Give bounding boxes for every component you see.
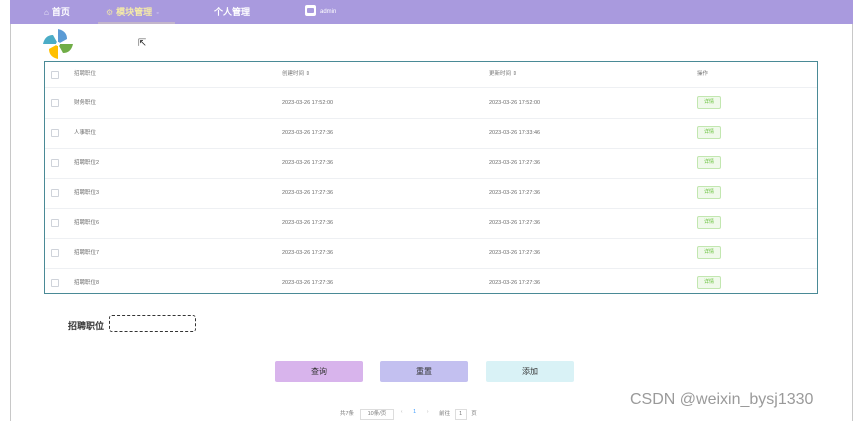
row-updated: 2023-03-26 17:27:36 xyxy=(489,160,541,166)
chevron-icon: ◦ xyxy=(156,10,159,17)
table-row: 招聘职位7 2023-03-26 17:27:36 2023-03-26 17:… xyxy=(45,238,817,269)
active-underline xyxy=(98,22,175,24)
row-checkbox[interactable] xyxy=(51,189,59,197)
goto-page-input[interactable]: 1 xyxy=(454,409,467,420)
row-checkbox[interactable] xyxy=(51,99,59,107)
table-header-row: 招聘职位 创建时间 ⇕ 更新时间 ⇕ 操作 xyxy=(45,62,817,88)
row-name: 招聘职位3 xyxy=(74,190,100,196)
pagination-total: 共7条 xyxy=(340,411,355,417)
header-updated-sortable[interactable]: 更新时间 ⇕ xyxy=(489,62,517,87)
page-number-current[interactable]: 1 xyxy=(413,409,416,415)
row-created: 2023-03-26 17:27:36 xyxy=(282,250,334,256)
search-input[interactable] xyxy=(109,315,196,332)
watermark-text: CSDN @weixin_bysj1330 xyxy=(630,391,814,408)
row-checkbox[interactable] xyxy=(51,219,59,227)
nav-home-label: 首页 xyxy=(51,7,70,17)
row-updated: 2023-03-26 17:52:00 xyxy=(489,100,541,106)
nav-personal-label: 个人管理 xyxy=(214,7,251,17)
user-name: admin xyxy=(320,9,337,15)
row-name: 招聘职位6 xyxy=(74,220,100,226)
row-operation-cell: 详情 xyxy=(697,208,722,238)
header-created-sortable[interactable]: 创建时间 ⇕ xyxy=(282,62,310,87)
row-operation-cell: 详情 xyxy=(697,148,722,178)
page-size-select[interactable]: 10条/页 xyxy=(359,409,395,420)
next-page-button[interactable]: › xyxy=(427,409,429,415)
add-button[interactable]: 添加 xyxy=(486,361,574,382)
row-operation-cell: 详情 xyxy=(697,118,722,148)
row-checkbox[interactable] xyxy=(51,159,59,167)
row-name: 招聘职位2 xyxy=(74,160,100,166)
row-created: 2023-03-26 17:27:36 xyxy=(282,190,334,196)
detail-button[interactable]: 详情 xyxy=(697,126,722,140)
row-name: 招聘职位7 xyxy=(74,250,100,256)
row-name: 财务职位 xyxy=(74,100,97,106)
avatar-icon xyxy=(305,4,316,16)
job-position-table: 招聘职位 创建时间 ⇕ 更新时间 ⇕ 操作 财务职位 2023-03-26 17… xyxy=(44,61,818,294)
row-created: 2023-03-26 17:52:00 xyxy=(282,100,334,106)
nav-module-label: 模块管理 xyxy=(116,7,153,17)
row-operation-cell: 详情 xyxy=(697,178,722,208)
pagination: 共7条 10条/页 ‹ 1 › 前往 1 页 xyxy=(340,409,477,421)
row-name: 招聘职位8 xyxy=(74,280,100,286)
table-row: 招聘职位8 2023-03-26 17:27:36 2023-03-26 17:… xyxy=(45,268,817,298)
row-created: 2023-03-26 17:27:36 xyxy=(282,280,334,286)
user-menu[interactable]: admin xyxy=(305,0,336,24)
table-row: 财务职位 2023-03-26 17:52:00 2023-03-26 17:5… xyxy=(45,88,817,119)
table-row: 人事职位 2023-03-26 17:27:36 2023-03-26 17:3… xyxy=(45,118,817,149)
nav-module-management[interactable]: ⚙ 模块管理 ◦ xyxy=(98,0,175,24)
table-row: 招聘职位6 2023-03-26 17:27:36 2023-03-26 17:… xyxy=(45,208,817,239)
page-left-edge xyxy=(10,24,11,421)
detail-button[interactable]: 详情 xyxy=(697,96,722,110)
pinwheel-logo xyxy=(43,29,73,59)
row-name: 人事职位 xyxy=(74,130,97,136)
row-operation-cell: 详情 xyxy=(697,268,722,298)
prev-page-button[interactable]: ‹ xyxy=(401,409,403,415)
row-checkbox[interactable] xyxy=(51,249,59,257)
row-created: 2023-03-26 17:27:36 xyxy=(282,160,334,166)
reset-button[interactable]: 重置 xyxy=(380,361,468,382)
nav-home[interactable]: ⌂ 首页 xyxy=(44,0,70,24)
top-navbar: ⌂ 首页 ⚙ 模块管理 ◦ 个人管理 admin xyxy=(10,0,853,24)
row-operation-cell: 详情 xyxy=(697,238,722,268)
detail-button[interactable]: 详情 xyxy=(697,246,722,260)
select-all-checkbox[interactable] xyxy=(51,71,59,79)
row-updated: 2023-03-26 17:33:46 xyxy=(489,130,541,136)
header-name: 招聘职位 xyxy=(74,71,97,77)
nav-personal-management[interactable]: 个人管理 xyxy=(214,0,250,24)
home-icon: ⌂ xyxy=(44,8,49,17)
table-row: 招聘职位2 2023-03-26 17:27:36 2023-03-26 17:… xyxy=(45,148,817,179)
page-right-edge xyxy=(852,24,853,421)
gear-icon: ⚙ xyxy=(106,8,114,17)
row-checkbox[interactable] xyxy=(51,279,59,287)
query-button[interactable]: 查询 xyxy=(275,361,363,382)
goto-label: 前往 xyxy=(439,411,451,417)
row-created: 2023-03-26 17:27:36 xyxy=(282,220,334,226)
row-updated: 2023-03-26 17:27:36 xyxy=(489,250,541,256)
row-checkbox[interactable] xyxy=(51,129,59,137)
detail-button[interactable]: 详情 xyxy=(697,186,722,200)
row-operation-cell: 详情 xyxy=(697,88,722,118)
row-updated: 2023-03-26 17:27:36 xyxy=(489,280,541,286)
mouse-cursor-icon: ⇱ xyxy=(138,38,147,49)
row-created: 2023-03-26 17:27:36 xyxy=(282,130,334,136)
row-updated: 2023-03-26 17:27:36 xyxy=(489,190,541,196)
detail-button[interactable]: 详情 xyxy=(697,276,722,290)
detail-button[interactable]: 详情 xyxy=(697,216,722,230)
detail-button[interactable]: 详情 xyxy=(697,156,722,170)
search-label: 招聘职位 xyxy=(68,321,105,331)
page-unit-label: 页 xyxy=(471,411,477,417)
row-updated: 2023-03-26 17:27:36 xyxy=(489,220,541,226)
header-operation: 操作 xyxy=(697,71,709,77)
table-row: 招聘职位3 2023-03-26 17:27:36 2023-03-26 17:… xyxy=(45,178,817,209)
